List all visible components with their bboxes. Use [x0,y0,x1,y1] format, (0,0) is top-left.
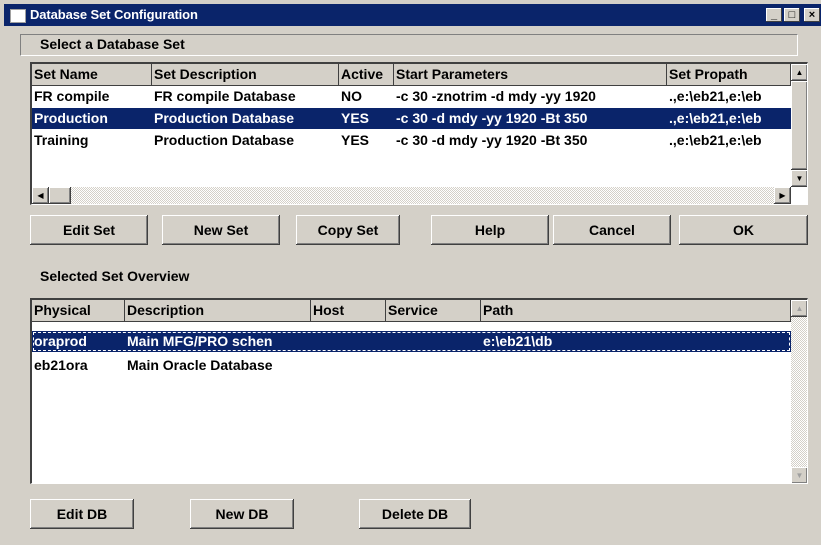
set-name-cell: Training [34,132,89,148]
column-header-active[interactable]: Active [339,64,394,86]
minimize-icon: _ [770,9,778,21]
column-header-service[interactable]: Service [386,300,481,322]
path-cell: e:\eb21\db [483,333,553,349]
database-row-eb21ora[interactable]: eb21ora Main Oracle Database [32,355,791,376]
description-cell: Main MFG/PRO schen [127,333,273,349]
maximize-icon: □ [788,9,796,21]
column-header-host[interactable]: Host [311,300,386,322]
set-description-cell: Production Database [154,110,295,126]
column-header-path[interactable]: Path [481,300,791,322]
ok-button[interactable]: OK [679,215,808,245]
column-header-physical[interactable]: Physical [32,300,125,322]
set-propath-cell: .,e:\eb21,e:\eb [669,132,762,148]
service-cell [386,331,481,352]
path-cell [481,355,791,376]
maximize-button[interactable]: □ [784,8,800,22]
scroll-right-icon[interactable]: ▶ [774,187,791,204]
database-row-oraprod[interactable]: oraprod Main MFG/PRO schen e:\eb21\db [32,331,791,352]
window-title: Database Set Configuration [30,7,198,22]
start-parameters-cell: -c 30 -d mdy -yy 1920 -Bt 350 [396,132,588,148]
scroll-down-icon[interactable]: ▼ [791,170,807,187]
scroll-up-icon[interactable]: ▲ [791,64,807,81]
set-row-production[interactable]: Production Production Database YES -c 30… [32,108,791,129]
title-bar[interactable]: Database Set Configuration _ □ × [4,4,821,26]
start-parameters-cell: -c 30 -d mdy -yy 1920 -Bt 350 [396,110,588,126]
minimize-button[interactable]: _ [766,8,782,22]
set-propath-cell: .,e:\eb21,e:\eb [669,110,762,126]
cancel-button[interactable]: Cancel [553,215,671,245]
set-propath-cell: .,e:\eb21,e:\eb [669,88,762,104]
edit-db-button[interactable]: Edit DB [30,499,134,529]
service-cell [386,355,481,376]
active-cell: NO [341,88,362,104]
column-header-set-name[interactable]: Set Name [32,64,152,86]
set-row-fr-compile[interactable]: FR compile FR compile Database NO -c 30 … [32,86,791,107]
scroll-down-icon[interactable]: ▼ [791,467,807,483]
selected-set-overview-label: Selected Set Overview [40,268,190,284]
host-cell [311,331,386,352]
copy-set-button[interactable]: Copy Set [296,215,400,245]
scroll-thumb[interactable] [791,81,807,170]
column-header-start-parameters[interactable]: Start Parameters [394,64,667,86]
select-set-label: Select a Database Set [40,36,185,52]
scroll-left-icon[interactable]: ◀ [32,187,49,204]
set-description-cell: FR compile Database [154,88,296,104]
column-header-description[interactable]: Description [125,300,311,322]
edit-set-button[interactable]: Edit Set [30,215,148,245]
host-cell [311,355,386,376]
new-set-button[interactable]: New Set [162,215,280,245]
database-list[interactable]: Physical Description Host Service Path o… [30,298,808,484]
active-cell: YES [341,132,370,148]
description-cell: Main Oracle Database [127,357,273,373]
delete-db-button[interactable]: Delete DB [359,499,471,529]
close-icon: × [808,9,816,21]
set-description-cell: Production Database [154,132,295,148]
set-list[interactable]: Set Name Set Description Active Start Pa… [30,62,808,205]
new-db-button[interactable]: New DB [190,499,294,529]
physical-cell: oraprod [34,333,87,349]
close-button[interactable]: × [804,8,820,22]
database-list-vertical-scrollbar[interactable]: ▲ ▼ [791,300,807,483]
set-list-vertical-scrollbar[interactable]: ▲ ▼ [791,64,807,187]
start-parameters-cell: -c 30 -znotrim -d mdy -yy 1920 [396,88,596,104]
database-set-configuration-window: Database Set Configuration _ □ × Select … [0,0,821,545]
scroll-up-icon[interactable]: ▲ [791,300,807,317]
active-cell: YES [341,110,370,126]
horizontal-scroll-thumb[interactable] [49,187,71,204]
set-name-cell: FR compile [34,88,110,104]
column-header-set-description[interactable]: Set Description [152,64,339,86]
help-button[interactable]: Help [431,215,549,245]
set-row-training[interactable]: Training Production Database YES -c 30 -… [32,130,791,151]
set-name-cell: Production [34,110,108,126]
set-list-horizontal-scrollbar[interactable]: ◀ ▶ [32,187,791,204]
app-icon [10,9,26,23]
physical-cell: eb21ora [34,357,88,373]
column-header-set-propath[interactable]: Set Propath [667,64,791,86]
